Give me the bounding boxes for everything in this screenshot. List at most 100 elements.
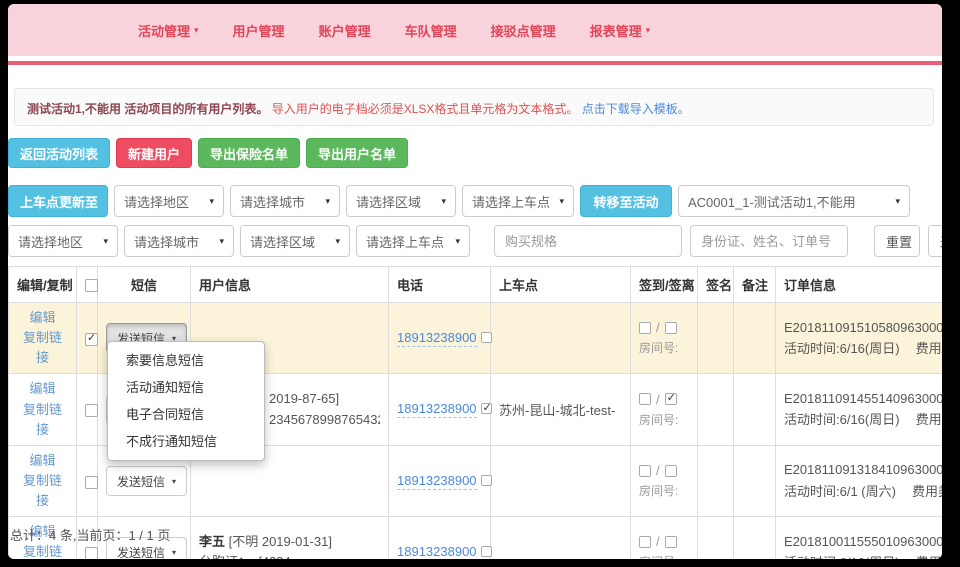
user-info-line: 2019-87-65]	[269, 389, 380, 409]
top-navbar: 活动管理▾ 用户管理 账户管理 车队管理 接驳点管理 报表管理▾	[8, 4, 942, 56]
copy-link[interactable]: 复制链接	[17, 542, 68, 559]
user-info-line: 李五 [不明 2019-01-31]	[199, 532, 380, 552]
pickup-point-select-2[interactable]: 请选择上车点▾	[356, 225, 470, 257]
chevron-down-icon: ▾	[646, 25, 651, 36]
sms-dropdown-menu: 索要信息短信 活动通知短信 电子合同短信 不成行通知短信	[107, 341, 265, 461]
region-select[interactable]: 请选择地区▾	[114, 185, 224, 217]
filter-button[interactable]: 过滤	[928, 225, 942, 257]
nav-item-activity-mgmt[interactable]: 活动管理▾	[138, 21, 199, 40]
chevron-down-icon: ▾	[455, 236, 460, 247]
chevron-down-icon: ▾	[172, 548, 176, 557]
pagination-summary: 总计：4 条,当前页：1 / 1 页	[10, 525, 170, 544]
order-number: E20181109151058096300025	[784, 319, 942, 337]
checkout-checkbox[interactable]	[665, 465, 677, 477]
download-template-link[interactable]: 点击下载导入模板。	[582, 102, 690, 116]
edit-link[interactable]: 编辑	[17, 379, 68, 399]
chevron-down-icon: ▾	[895, 196, 900, 207]
col-header-phone: 电话	[389, 267, 491, 303]
row-checkbox[interactable]	[85, 476, 98, 489]
region-select-2[interactable]: 请选择地区▾	[8, 225, 118, 257]
search-filter-row: 请选择地区▾ 请选择城市▾ 请选择区域▾ 请选择上车点▾ 重置 过滤	[8, 225, 942, 257]
area-select-2[interactable]: 请选择区域▾	[240, 225, 350, 257]
search-input[interactable]	[690, 225, 848, 257]
room-number-label: 房间号:	[639, 411, 689, 428]
export-insurance-list-button[interactable]: 导出保险名单	[198, 138, 300, 168]
new-user-button[interactable]: 新建用户	[116, 138, 192, 168]
nav-item-shuttle-point-mgmt[interactable]: 接驳点管理	[491, 21, 556, 40]
action-toolbar: 返回活动列表 新建用户 导出保险名单 导出用户名单	[8, 138, 408, 168]
checkout-checkbox[interactable]	[665, 393, 677, 405]
user-info-line: 台胞证：ef4334	[199, 552, 380, 559]
reset-button[interactable]: 重置	[874, 225, 920, 257]
user-info-line: 23456789987654321	[269, 410, 380, 430]
col-header-signature: 签名	[698, 267, 734, 303]
menu-item-request-info-sms[interactable]: 索要信息短信	[108, 347, 264, 374]
copy-link[interactable]: 复制链接	[17, 400, 68, 440]
area-select[interactable]: 请选择区域▾	[346, 185, 456, 217]
phone-link[interactable]: 18913238900	[397, 544, 477, 559]
city-select-2[interactable]: 请选择城市▾	[124, 225, 234, 257]
phone-checkbox[interactable]	[481, 332, 492, 343]
purchase-spec-input[interactable]	[494, 225, 682, 257]
alert-warning-text: 导入用户的电子档必须是XLSX格式且单元格为文本格式。	[272, 102, 579, 116]
nav-item-fleet-mgmt[interactable]: 车队管理	[405, 21, 457, 40]
chevron-down-icon: ▾	[219, 236, 224, 247]
order-number: E20181001155501096300003	[784, 533, 942, 551]
col-header-order-info: 订单信息	[776, 267, 943, 303]
room-number-label: 房间号:	[639, 553, 689, 559]
transfer-to-activity-button[interactable]: 转移至活动	[580, 185, 672, 217]
nav-item-account-mgmt[interactable]: 账户管理	[319, 21, 371, 40]
fee-type: 费用类型	[912, 484, 942, 499]
pickup-update-filter-row: 上车点更新至 请选择地区▾ 请选择城市▾ 请选择区域▾ 请选择上车点▾ 转移至活…	[8, 185, 910, 217]
nav-item-report-mgmt[interactable]: 报表管理▾	[590, 21, 651, 40]
col-header-sign-in-out: 签到/签离	[631, 267, 698, 303]
chevron-down-icon: ▾	[194, 25, 199, 36]
navbar-divider	[8, 61, 942, 65]
chevron-down-icon: ▾	[209, 196, 214, 207]
row-checkbox[interactable]	[85, 547, 98, 559]
phone-checkbox[interactable]	[481, 546, 492, 557]
checkin-checkbox[interactable]	[639, 465, 651, 477]
checkin-checkbox[interactable]	[639, 393, 651, 405]
checkin-checkbox[interactable]	[639, 536, 651, 548]
phone-link[interactable]: 18913238900	[397, 473, 477, 490]
chevron-down-icon: ▾	[172, 477, 176, 486]
room-number-label: 房间号:	[639, 339, 689, 356]
chevron-down-icon: ▾	[103, 236, 108, 247]
send-sms-button[interactable]: 发送短信▾	[106, 466, 187, 496]
menu-item-e-contract-sms[interactable]: 电子合同短信	[108, 401, 264, 428]
row-checkbox[interactable]	[85, 333, 98, 346]
pickup-point-select[interactable]: 请选择上车点▾	[462, 185, 574, 217]
city-select[interactable]: 请选择城市▾	[230, 185, 340, 217]
copy-link[interactable]: 复制链接	[17, 328, 68, 368]
activity-select[interactable]: AC0001_1-测试活动1,不能用▾	[678, 185, 910, 217]
update-pickup-button[interactable]: 上车点更新至	[8, 185, 108, 217]
phone-link[interactable]: 18913238900	[397, 401, 477, 418]
menu-item-activity-notice-sms[interactable]: 活动通知短信	[108, 374, 264, 401]
info-alert: 测试活动1,不能用 活动项目的所有用户列表。 导入用户的电子档必须是XLSX格式…	[14, 88, 934, 126]
edit-link[interactable]: 编辑	[17, 308, 68, 328]
phone-checkbox[interactable]	[481, 403, 492, 414]
row-checkbox[interactable]	[85, 404, 98, 417]
copy-link[interactable]: 复制链接	[17, 471, 68, 511]
checkout-checkbox[interactable]	[665, 536, 677, 548]
fee-type: 费用类型	[916, 412, 942, 427]
fee-type: 费用类型	[916, 555, 942, 559]
phone-checkbox[interactable]	[481, 475, 492, 486]
menu-item-cancel-notice-sms[interactable]: 不成行通知短信	[108, 428, 264, 455]
col-header-checkbox	[77, 267, 98, 303]
checkin-checkbox[interactable]	[639, 322, 651, 334]
export-user-list-button[interactable]: 导出用户名单	[306, 138, 408, 168]
select-all-checkbox[interactable]	[85, 279, 98, 292]
phone-link[interactable]: 18913238900	[397, 330, 477, 347]
fee-type: 费用类型	[916, 341, 942, 356]
alert-title: 测试活动1,不能用 活动项目的所有用户列表。	[27, 102, 268, 116]
activity-time: 活动时间:6/16(周日)	[784, 555, 900, 559]
col-header-user-info: 用户信息	[191, 267, 389, 303]
edit-link[interactable]: 编辑	[17, 451, 68, 471]
col-header-sms: 短信	[98, 267, 191, 303]
nav-item-user-mgmt[interactable]: 用户管理	[233, 21, 285, 40]
checkout-checkbox[interactable]	[665, 322, 677, 334]
chevron-down-icon: ▾	[441, 196, 446, 207]
back-to-activity-list-button[interactable]: 返回活动列表	[8, 138, 110, 168]
